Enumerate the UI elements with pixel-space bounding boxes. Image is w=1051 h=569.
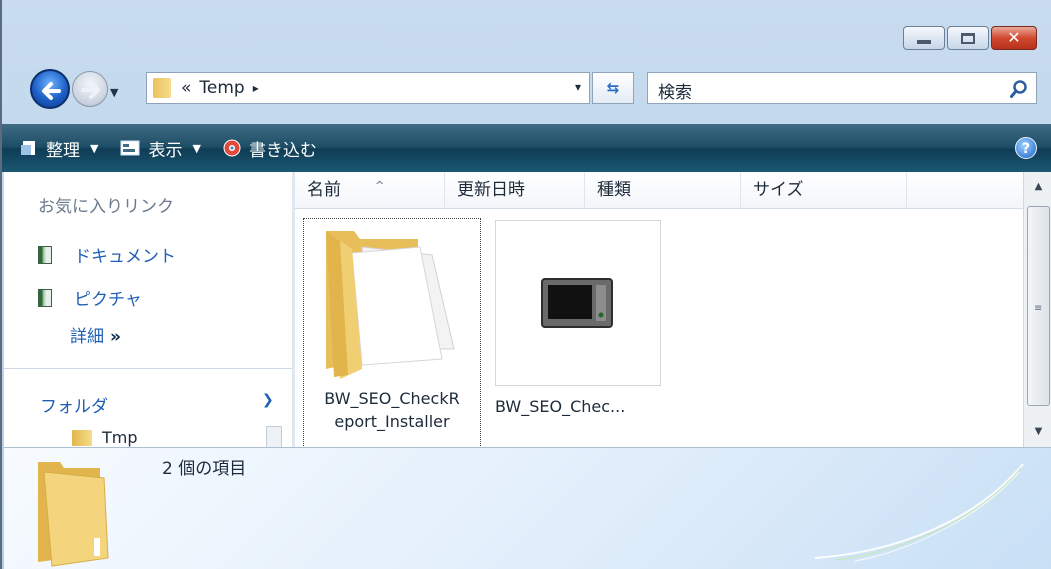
pane-divider	[4, 368, 292, 369]
pictures-icon	[38, 288, 52, 307]
burn-disc-icon	[223, 139, 241, 157]
folder-icon	[326, 231, 455, 379]
organize-menu[interactable]: 整理 ▼	[20, 136, 98, 161]
column-date-modified[interactable]: 更新日時	[445, 172, 585, 208]
vertical-scrollbar[interactable]: ▲ ≡ ▼	[1023, 172, 1051, 447]
documents-icon	[38, 245, 52, 264]
minimize-button[interactable]	[903, 26, 945, 50]
forward-arrow-icon	[81, 81, 100, 99]
file-name: BW_SEO_CheckR eport_Installer	[306, 389, 478, 431]
folder-icon	[153, 78, 171, 98]
maximize-button[interactable]	[947, 26, 989, 50]
favorite-links-title: お気に入りリンク	[38, 197, 174, 217]
refresh-icon: ⇆	[606, 79, 620, 97]
sort-ascending-icon: ^	[375, 179, 385, 192]
file-item[interactable]	[495, 220, 661, 386]
file-name: BW_SEO_Chec...	[495, 397, 626, 416]
item-count: 2 個の項目	[162, 459, 247, 479]
more-label: 詳細	[70, 327, 104, 347]
column-header-row: ^ 名前 更新日時 種類 サイズ	[295, 172, 1023, 209]
scroll-down-icon[interactable]: ▼	[1024, 417, 1051, 447]
search-placeholder: 検索	[658, 83, 692, 103]
breadcrumb-temp[interactable]: Temp	[199, 78, 244, 98]
burn-label: 書き込む	[248, 140, 317, 161]
column-label: 種類	[597, 180, 631, 200]
search-input[interactable]: 検索	[647, 72, 1037, 104]
column-name[interactable]: ^ 名前	[295, 172, 445, 208]
double-chevron-icon: »	[110, 327, 121, 347]
command-bar: 整理 ▼ 表示 ▼ 書き込む ?	[2, 124, 1051, 172]
favorite-link-label: ドキュメント	[74, 247, 176, 267]
chevron-down-icon[interactable]: ❯	[262, 392, 274, 408]
maximize-icon	[961, 32, 975, 44]
address-chevron[interactable]: «	[181, 78, 191, 98]
favorite-link-label: ピクチャ	[74, 290, 142, 310]
close-icon: ✕	[1007, 28, 1021, 47]
address-bar[interactable]: « Temp ▸ ▾	[146, 72, 590, 104]
folder-tree-item[interactable]: Tmp	[72, 428, 138, 447]
grip-icon: ≡	[1034, 303, 1043, 314]
chevron-down-icon: ▼	[192, 141, 201, 155]
folder-icon	[72, 429, 92, 446]
decorative-swoosh-icon	[815, 463, 1024, 562]
file-item[interactable]: BW_SEO_CheckR eport_Installer	[303, 218, 481, 447]
application-window-icon	[541, 278, 613, 328]
column-label: 名前	[307, 180, 341, 200]
more-links[interactable]: 詳細 »	[70, 322, 121, 347]
navigation-pane: お気に入りリンク ドキュメント ピクチャ 詳細 » フォルダ ❯ Tmp	[4, 172, 292, 447]
column-label: 更新日時	[457, 180, 525, 200]
organize-label: 整理	[46, 140, 80, 161]
scroll-thumb[interactable]: ≡	[1027, 206, 1050, 406]
favorite-link-pictures[interactable]: ピクチャ	[38, 285, 142, 310]
column-label: サイズ	[753, 180, 804, 200]
folder-tree-scrollbar[interactable]	[266, 426, 282, 447]
window-controls: ✕	[903, 26, 1037, 50]
column-type[interactable]: 種類	[585, 172, 741, 208]
views-icon	[120, 140, 140, 156]
organize-icon	[21, 141, 35, 155]
views-menu[interactable]: 表示 ▼	[120, 136, 201, 161]
column-size[interactable]: サイズ	[741, 172, 907, 208]
search-icon[interactable]	[1010, 79, 1028, 99]
chevron-down-icon: ▼	[90, 141, 99, 155]
details-pane: 2 個の項目	[4, 447, 1051, 569]
recent-pages-dropdown[interactable]: ▼	[110, 86, 118, 99]
help-button[interactable]: ?	[1015, 137, 1037, 159]
views-label: 表示	[148, 140, 183, 161]
favorite-link-documents[interactable]: ドキュメント	[38, 242, 176, 267]
breadcrumb-arrow-icon[interactable]: ▸	[253, 81, 259, 95]
file-name-line: eport_Installer	[334, 412, 450, 431]
explorer-window: ✕ ▼ « Temp ▸ ▾ ⇆ 検索 整理 ▼ 表示 ▼ 書き込む ? お気に…	[0, 0, 1051, 569]
close-button[interactable]: ✕	[991, 26, 1037, 50]
file-list: ^ 名前 更新日時 種類 サイズ BW_SEO_CheckR eport_Ins…	[295, 172, 1023, 447]
back-button[interactable]	[30, 69, 70, 109]
refresh-button[interactable]: ⇆	[592, 72, 634, 104]
folders-header[interactable]: フォルダ	[40, 392, 108, 417]
minimize-icon	[917, 40, 931, 44]
burn-button[interactable]: 書き込む	[223, 136, 317, 161]
folder-icon	[38, 462, 109, 567]
forward-button[interactable]	[72, 71, 108, 107]
back-arrow-icon	[42, 82, 61, 100]
folder-tree-label: Tmp	[102, 428, 138, 447]
address-dropdown-icon[interactable]: ▾	[575, 80, 581, 94]
file-name-line: BW_SEO_CheckR	[324, 389, 460, 408]
scroll-up-icon[interactable]: ▲	[1024, 172, 1051, 202]
